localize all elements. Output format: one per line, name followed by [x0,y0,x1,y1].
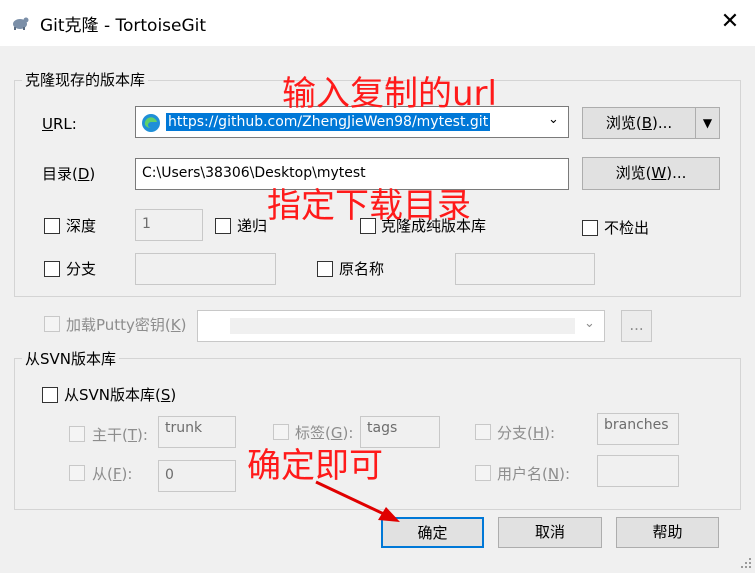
putty-checkbox[interactable] [44,316,60,332]
browse-url-dropdown[interactable]: ▼ [695,107,720,139]
recursive-checkbox[interactable] [215,218,231,234]
dir-label: 目录(D) [42,165,96,183]
username-input[interactable] [597,455,679,487]
putty-combobox[interactable]: ⌄ [197,310,605,342]
trunk-input[interactable]: trunk [158,416,236,448]
branch-checkbox[interactable] [44,261,60,277]
branch-label: 分支 [66,260,97,278]
no-checkout-label: 不检出 [604,219,650,237]
cancel-button[interactable]: 取消 [498,517,602,548]
from-rev-checkbox[interactable] [69,465,85,481]
svn-group-title: 从SVN版本库 [22,348,120,369]
chevron-down-icon[interactable]: ⌄ [548,112,559,127]
no-checkout-checkbox[interactable] [582,220,598,236]
recursive-label: 递归 [237,217,268,235]
trunk-checkbox[interactable] [69,426,85,442]
annotation-arrow-icon [315,480,400,522]
resize-grip-icon[interactable] [740,555,752,568]
depth-checkbox[interactable] [44,218,60,234]
tortoise-icon [10,12,30,32]
putty-label: 加载Putty密钥(K) [66,316,187,334]
chevron-down-icon[interactable]: ⌄ [584,316,595,331]
depth-input[interactable]: 1 [135,209,203,241]
from-svn-label: 从SVN版本库(S) [64,386,177,404]
browse-url-button[interactable]: 浏览(B)... [582,107,696,139]
origin-label: 原名称 [339,260,385,278]
depth-label: 深度 [66,217,97,235]
svn-branch-checkbox[interactable] [475,424,491,440]
from-svn-checkbox[interactable] [42,387,58,403]
from-rev-input[interactable]: 0 [158,460,236,492]
title-bar: Git克隆 - TortoiseGit ✕ [0,0,755,46]
browse-dir-button[interactable]: 浏览(W)... [582,157,720,190]
svn-branch-label: 分支(H): [497,424,556,442]
from-rev-label: 从(F): [92,465,133,483]
origin-input[interactable] [455,253,595,285]
window-title: Git克隆 - TortoiseGit [40,16,207,36]
close-icon[interactable]: ✕ [718,10,742,34]
username-checkbox[interactable] [475,465,491,481]
url-label: URL: [42,115,77,133]
putty-browse-button[interactable]: ... [621,310,652,342]
annotation-dir-note: 指定下载目录 [267,186,471,226]
url-value: https://github.com/ZhengJieWen98/mytest.… [166,113,491,131]
annotation-url-note: 输入复制的url [282,74,497,114]
branch-input[interactable] [135,253,276,285]
help-button[interactable]: 帮助 [616,517,719,548]
username-label: 用户名(N): [497,465,570,483]
svn-branch-input[interactable]: branches [597,413,679,445]
origin-checkbox[interactable] [317,261,333,277]
trunk-label: 主干(T): [92,426,148,444]
clone-group-title: 克隆现存的版本库 [22,69,149,90]
edge-icon [141,113,161,133]
